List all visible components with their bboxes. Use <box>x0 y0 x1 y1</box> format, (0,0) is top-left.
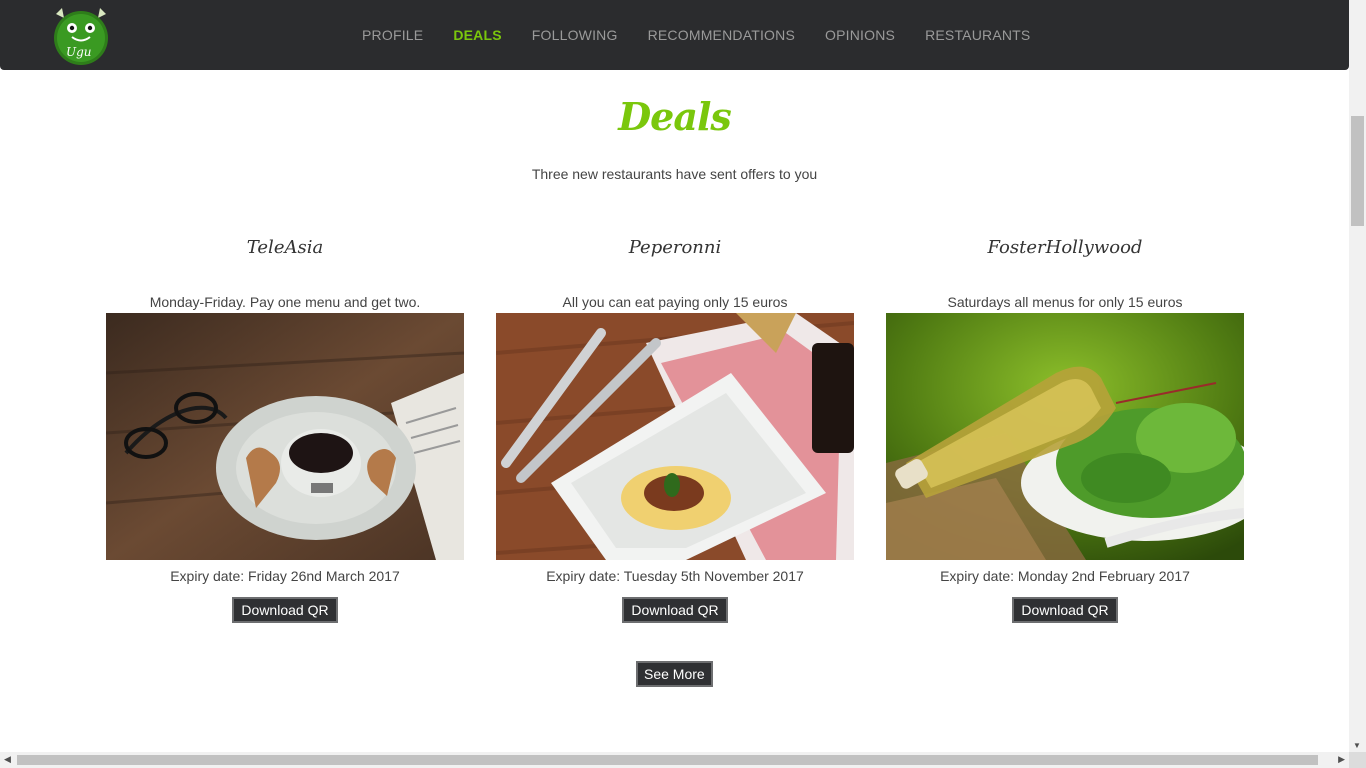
deal-restaurant-name: Peperonni <box>628 237 722 258</box>
nav-following[interactable]: FOLLOWING <box>517 27 633 43</box>
deal-expiry-date: Expiry date: Friday 26nd March 2017 <box>170 568 400 584</box>
nav-profile[interactable]: PROFILE <box>347 27 438 43</box>
deal-card-fosterhollywood: FosterHollywood Saturdays all menus for … <box>886 234 1244 623</box>
green-monster-logo-icon[interactable]: Ugu <box>48 6 114 66</box>
horizontal-scrollbar[interactable]: ◀ ▶ <box>0 752 1349 768</box>
see-more-button[interactable]: See More <box>636 661 713 687</box>
coffee-cup-photo <box>106 313 464 560</box>
top-navbar: Ugu PROFILE DEALS FOLLOWING RECOMMENDATI… <box>0 0 1349 70</box>
deal-restaurant-name: FosterHollywood <box>987 237 1143 258</box>
deal-offer-text: Monday-Friday. Pay one menu and get two. <box>149 294 421 310</box>
deal-expiry-date: Expiry date: Tuesday 5th November 2017 <box>546 568 804 584</box>
nav-deals[interactable]: DEALS <box>438 27 516 43</box>
download-qr-button[interactable]: Download QR <box>1012 597 1118 623</box>
svg-text:Ugu: Ugu <box>66 45 92 59</box>
download-qr-button[interactable]: Download QR <box>232 597 338 623</box>
deal-card-peperonni: Peperonni All you can eat paying only 15… <box>496 234 854 623</box>
nav-opinions[interactable]: OPINIONS <box>810 27 910 43</box>
deal-offer-text: All you can eat paying only 15 euros <box>562 294 788 310</box>
salad-olive-oil-photo <box>886 313 1244 560</box>
nav-recommendations[interactable]: RECOMMENDATIONS <box>633 27 810 43</box>
download-qr-button[interactable]: Download QR <box>622 597 728 623</box>
pasta-plate-photo <box>496 313 854 560</box>
vertical-scrollbar[interactable]: ▼ <box>1349 0 1366 752</box>
scrollbar-corner <box>1349 752 1366 768</box>
scroll-right-arrow-icon[interactable]: ▶ <box>1338 754 1345 765</box>
deal-expiry-date: Expiry date: Monday 2nd February 2017 <box>940 568 1190 584</box>
deal-card-teleasia: TeleAsia Monday-Friday. Pay one menu and… <box>106 234 464 623</box>
main-nav: PROFILE DEALS FOLLOWING RECOMMENDATIONS … <box>347 0 1045 70</box>
nav-restaurants[interactable]: RESTAURANTS <box>910 27 1045 43</box>
deal-offer-text: Saturdays all menus for only 15 euros <box>947 294 1183 310</box>
page-title: Deals <box>618 94 732 139</box>
deal-restaurant-name: TeleAsia <box>246 237 324 258</box>
scroll-left-arrow-icon[interactable]: ◀ <box>4 754 11 765</box>
scroll-down-arrow-icon[interactable]: ▼ <box>1353 741 1361 750</box>
horizontal-scrollbar-thumb[interactable] <box>17 755 1318 765</box>
page-subtitle: Three new restaurants have sent offers t… <box>531 166 818 182</box>
vertical-scrollbar-thumb[interactable] <box>1351 116 1364 226</box>
